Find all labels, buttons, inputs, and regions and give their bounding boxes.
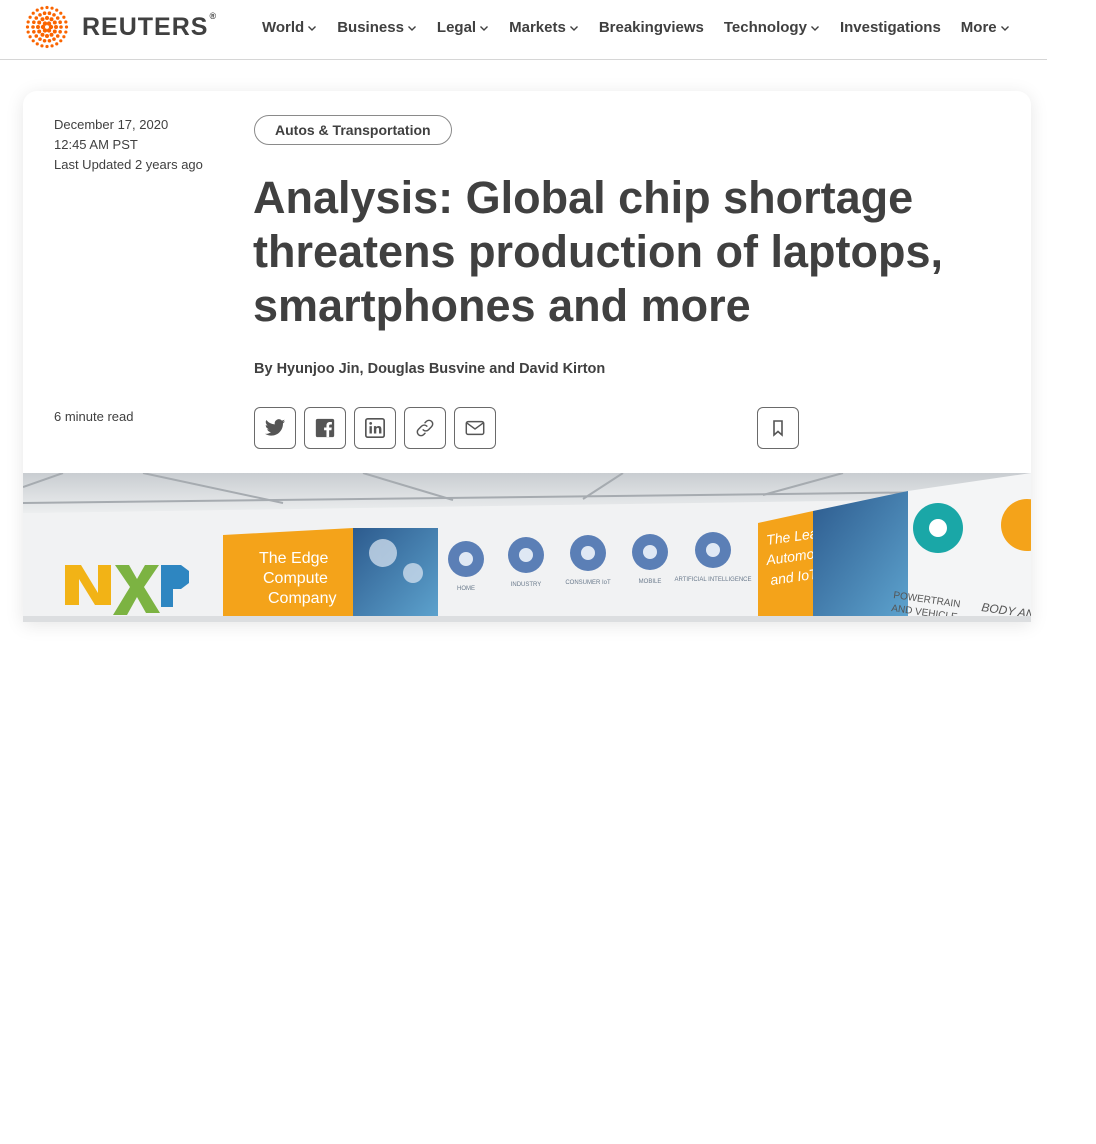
chevron-down-icon xyxy=(1000,25,1009,31)
hero-image: The Edge Compute Company HOME INDUSTRY CON… xyxy=(23,473,1031,622)
linkedin-icon xyxy=(365,418,385,438)
publish-time: 12:45 AM PST xyxy=(54,137,138,152)
chevron-down-icon xyxy=(569,25,578,31)
nav-item-label: Breakingviews xyxy=(598,19,704,36)
last-updated: Last Updated 2 years ago xyxy=(54,157,203,172)
email-icon xyxy=(465,420,485,436)
reuters-logo-icon xyxy=(25,5,69,49)
hero-banner-line2: Compute xyxy=(263,570,328,587)
share-linkedin-button[interactable] xyxy=(354,407,396,449)
nav-item-label: More xyxy=(960,19,997,36)
hero-photo: The Edge Compute Company HOME INDUSTRY CON… xyxy=(23,473,1031,622)
share-twitter-button[interactable] xyxy=(254,407,296,449)
byline: By Hyunjoo Jin, Douglas Busvine and Davi… xyxy=(254,361,606,377)
twitter-icon xyxy=(264,419,286,436)
facebook-icon xyxy=(315,418,335,438)
nav-item-label: Technology xyxy=(723,19,807,36)
publish-date: December 17, 2020 xyxy=(54,117,169,132)
nav-item-label: Markets xyxy=(509,19,566,36)
nav-item-more[interactable]: More xyxy=(961,19,1010,36)
hero-icon-label: INDUSTRY xyxy=(511,582,542,588)
chevron-down-icon xyxy=(480,25,489,31)
hero-icon-label: HOME xyxy=(457,586,475,592)
article-headline: Analysis: Global chip shortage threatens… xyxy=(253,172,944,331)
chevron-down-icon xyxy=(308,25,317,31)
article-meta: December 17, 2020 12:45 AM PST Last Upda… xyxy=(54,115,203,175)
nav-item-markets[interactable]: Markets xyxy=(509,19,579,36)
article-card: December 17, 2020 12:45 AM PST Last Upda… xyxy=(23,91,1031,622)
nav-item-label: Business xyxy=(337,19,404,36)
nav-item-label: Legal xyxy=(436,19,477,36)
site-header: REUTERS® World Business Legal Markets Breaki… xyxy=(0,0,1047,60)
nav-item-label: Investigations xyxy=(839,19,941,36)
hero-banner-line3: Company xyxy=(268,590,336,607)
chevron-down-icon xyxy=(810,25,819,31)
brand-name: REUTERS® xyxy=(82,11,218,41)
nav-item-technology[interactable]: Technology xyxy=(724,19,820,36)
share-email-button[interactable] xyxy=(454,407,496,449)
share-facebook-button[interactable] xyxy=(304,407,346,449)
bookmark-area xyxy=(757,407,807,449)
nav-item-investigations[interactable]: Investigations xyxy=(840,19,941,36)
share-bar xyxy=(254,407,504,449)
link-icon xyxy=(416,419,434,437)
reuters-logo[interactable]: REUTERS® xyxy=(23,4,217,50)
nav-item-business[interactable]: Business xyxy=(337,19,417,36)
main-nav: World Business Legal Markets Breakingviews Te… xyxy=(262,0,1030,55)
read-time: 6 minute read xyxy=(54,409,134,424)
nav-item-label: World xyxy=(262,19,305,36)
copy-link-button[interactable] xyxy=(404,407,446,449)
nav-item-legal[interactable]: Legal xyxy=(437,19,489,36)
nav-item-world[interactable]: World xyxy=(262,19,317,36)
bookmark-icon xyxy=(773,420,783,437)
category-tag[interactable]: Autos & Transportation xyxy=(254,115,452,145)
hero-banner-line1: The Edge xyxy=(259,550,328,567)
nav-item-breakingviews[interactable]: Breakingviews xyxy=(599,19,704,36)
hero-icon-label: ARTIFICIAL INTELLIGENCE xyxy=(674,577,751,583)
save-article-button[interactable] xyxy=(757,407,799,449)
hero-icon-label: MOBILE xyxy=(639,579,662,585)
hero-icon-label: CONSUMER IoT xyxy=(565,580,611,586)
chevron-down-icon xyxy=(407,25,416,31)
